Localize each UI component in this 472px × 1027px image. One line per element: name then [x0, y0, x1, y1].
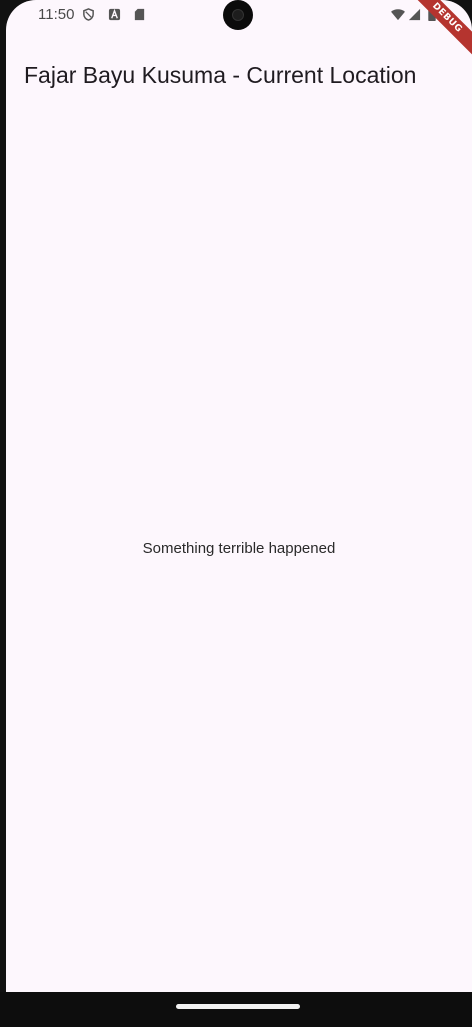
sd-card-icon [134, 8, 145, 21]
page-body: Something terrible happened [6, 100, 472, 992]
app-screen: 11:50 DEBUG Fajar Bayu Kusuma - Current … [6, 0, 472, 1027]
camera-lens [232, 9, 244, 21]
navigation-bar [0, 992, 472, 1027]
status-bar: 11:50 DEBUG [6, 0, 472, 63]
home-gesture-handle[interactable] [176, 1004, 300, 1009]
signal-icon [408, 8, 421, 21]
app-bar: Fajar Bayu Kusuma - Current Location [6, 52, 472, 100]
page-title: Fajar Bayu Kusuma - Current Location [24, 62, 417, 88]
a-badge-icon [108, 8, 121, 21]
front-camera [223, 0, 253, 30]
shield-icon [83, 8, 94, 21]
device-frame: 11:50 DEBUG Fajar Bayu Kusuma - Current … [0, 0, 472, 1027]
status-time: 11:50 [38, 6, 75, 23]
error-message: Something terrible happened [142, 540, 336, 557]
wifi-icon [391, 9, 405, 21]
